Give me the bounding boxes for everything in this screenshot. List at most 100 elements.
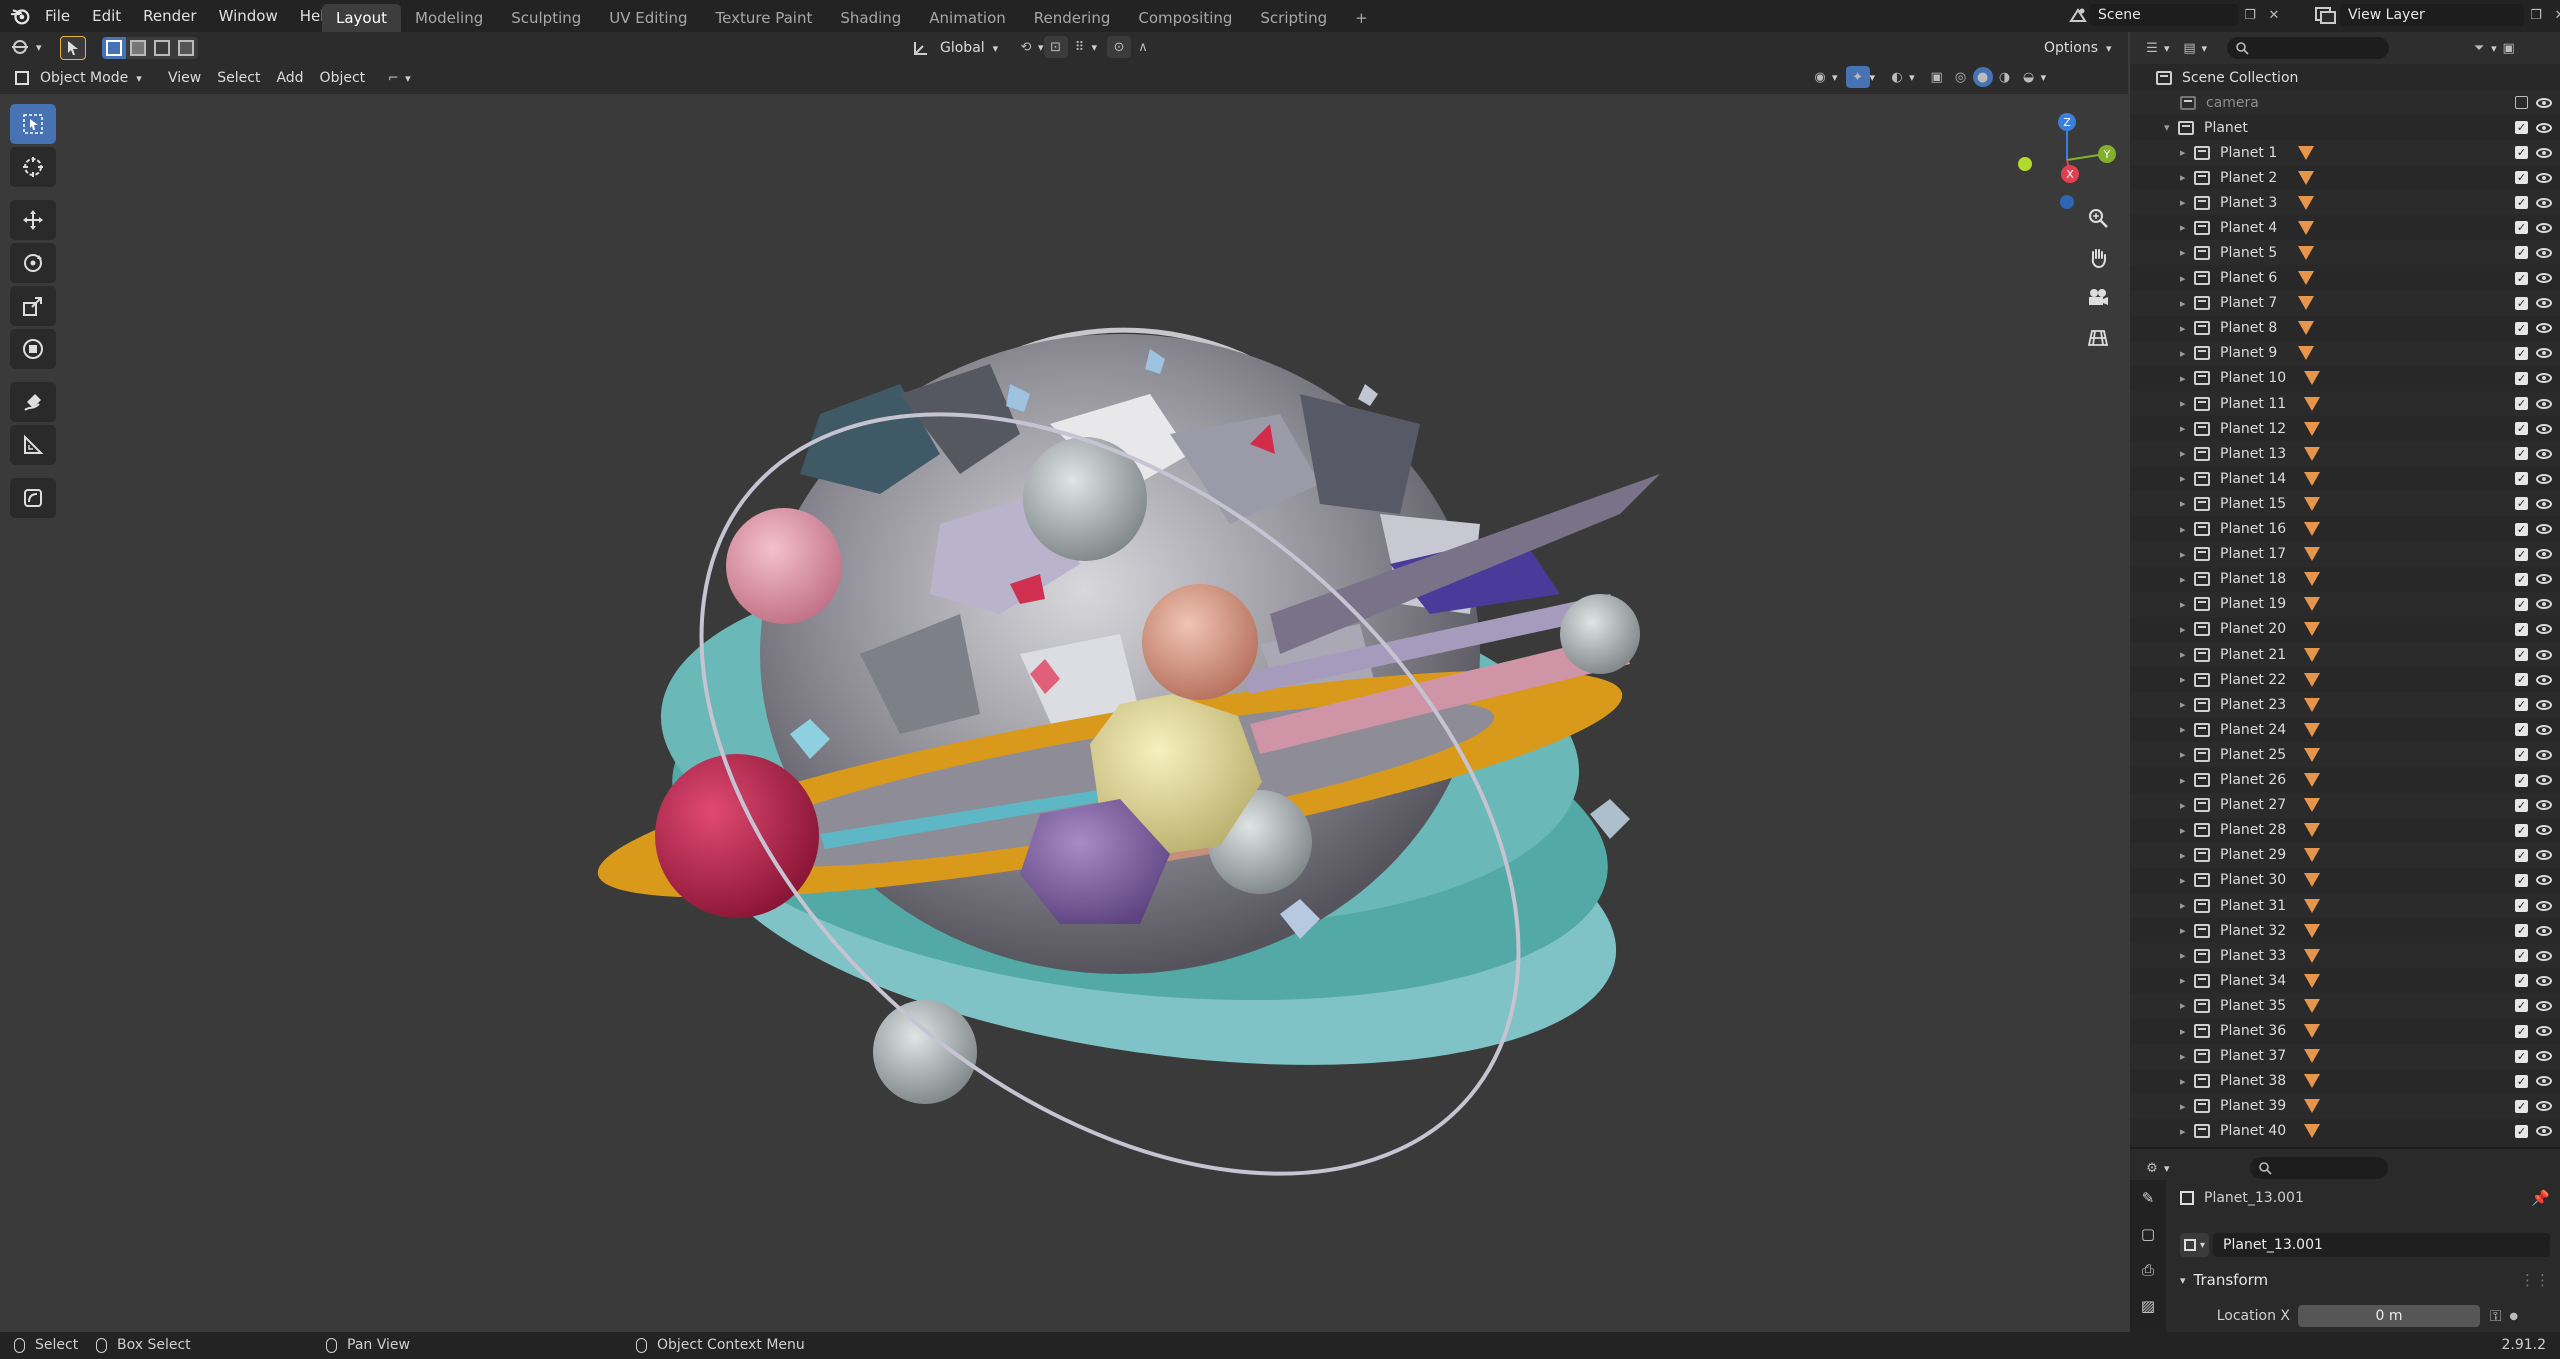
scene-icon[interactable] <box>2066 4 2090 26</box>
exclude-checkbox[interactable]: ✓ <box>2515 296 2528 310</box>
perspective-grid-icon[interactable] <box>2080 320 2116 356</box>
mesh-data-icon[interactable] <box>2298 296 2314 311</box>
mesh-data-icon[interactable] <box>2304 823 2320 838</box>
exclude-checkbox[interactable]: ✓ <box>2515 447 2528 461</box>
cursor-tool-icon[interactable] <box>10 147 56 187</box>
outliner-planet-row[interactable]: ▸ Planet 17 ✓ <box>2130 541 2560 567</box>
expand-arrow-icon[interactable]: ▸ <box>2180 523 2194 536</box>
outliner-planet-row[interactable]: ▸ Planet 7 ✓ <box>2130 290 2560 316</box>
expand-arrow-icon[interactable]: ▸ <box>2180 221 2194 234</box>
mesh-data-icon[interactable] <box>2304 672 2320 687</box>
exclude-checkbox[interactable]: ✓ <box>2515 346 2528 360</box>
mesh-data-icon[interactable] <box>2304 547 2320 562</box>
exclude-checkbox[interactable]: ✓ <box>2515 271 2528 285</box>
expand-arrow-icon[interactable]: ▸ <box>2180 899 2194 912</box>
select-invert-icon[interactable] <box>174 37 198 59</box>
mesh-data-icon[interactable] <box>2298 195 2314 210</box>
visibility-eye-icon[interactable] <box>2536 900 2552 911</box>
expand-arrow-icon[interactable]: ▸ <box>2180 874 2194 887</box>
visibility-eye-icon[interactable] <box>2536 448 2552 459</box>
outliner-search-input[interactable] <box>2227 37 2390 59</box>
outliner-planet-row[interactable]: ▸ Planet 6 ✓ <box>2130 266 2560 291</box>
scene-name-field[interactable]: Scene <box>2090 4 2238 26</box>
exclude-checkbox[interactable]: ✓ <box>2515 622 2528 636</box>
tab-layout[interactable]: Layout <box>322 4 401 32</box>
visibility-eye-icon[interactable] <box>2536 473 2552 484</box>
expand-arrow-icon[interactable]: ▸ <box>2180 447 2194 460</box>
mesh-data-icon[interactable] <box>2304 396 2320 411</box>
mesh-data-icon[interactable] <box>2304 697 2320 712</box>
visibility-eye-icon[interactable] <box>2536 247 2552 258</box>
mesh-data-icon[interactable] <box>2304 471 2320 486</box>
expand-arrow-icon[interactable]: ▸ <box>2180 824 2194 837</box>
select-tool-icon[interactable] <box>60 36 86 60</box>
mesh-data-icon[interactable] <box>2304 722 2320 737</box>
outliner-planet-row[interactable]: ▸ Planet 34 ✓ <box>2130 968 2560 993</box>
mesh-data-icon[interactable] <box>2298 346 2314 361</box>
object-browse-button[interactable]: ▾ <box>2180 1233 2210 1257</box>
pan-hand-icon[interactable] <box>2080 240 2116 276</box>
mesh-data-icon[interactable] <box>2304 873 2320 888</box>
drag-handle-icon[interactable]: ⋮⋮ <box>2520 1271 2550 1289</box>
visibility-eye-icon[interactable] <box>2536 724 2552 735</box>
outliner-camera-collection[interactable]: camera <box>2130 90 2560 115</box>
visibility-eye-icon[interactable] <box>2536 699 2552 710</box>
copy-scene-icon[interactable]: ❐ <box>2238 4 2262 26</box>
falloff-icon[interactable]: ∧ <box>1131 36 1155 58</box>
mesh-data-icon[interactable] <box>2298 245 2314 260</box>
visibility-eye-icon[interactable] <box>2536 323 2552 334</box>
exclude-checkbox[interactable]: ✓ <box>2515 723 2528 737</box>
visibility-eye-icon[interactable] <box>2536 122 2552 133</box>
zoom-icon[interactable] <box>2080 200 2116 236</box>
visibility-eye-icon[interactable] <box>2536 749 2552 760</box>
menu-edit[interactable]: Edit <box>81 0 132 32</box>
menu-file[interactable]: File <box>34 0 81 32</box>
exclude-checkbox[interactable]: ✓ <box>2515 321 2528 335</box>
outliner-planet-row[interactable]: ▸ Planet 35 ✓ <box>2130 993 2560 1019</box>
options-dropdown[interactable]: Options ▾ <box>2036 36 2112 60</box>
exclude-checkbox[interactable]: ✓ <box>2515 974 2528 988</box>
outliner-planet-row[interactable]: ▸ Planet 29 ✓ <box>2130 842 2560 868</box>
exclude-checkbox[interactable]: ✓ <box>2515 597 2528 611</box>
visibility-eye-icon[interactable] <box>2536 624 2552 635</box>
visibility-eye-icon[interactable] <box>2536 549 2552 560</box>
exclude-checkbox[interactable]: ✓ <box>2515 924 2528 938</box>
outliner-planet-row[interactable]: ▸ Planet 4 ✓ <box>2130 215 2560 240</box>
camera-view-icon[interactable] <box>2080 280 2116 316</box>
outliner-planet-row[interactable]: ▸ Planet 14 ✓ <box>2130 466 2560 491</box>
mesh-data-icon[interactable] <box>2304 647 2320 662</box>
tab-modeling[interactable]: Modeling <box>401 4 497 32</box>
exclude-checkbox[interactable]: ✓ <box>2515 522 2528 536</box>
expand-arrow-icon[interactable]: ▸ <box>2180 548 2194 561</box>
material-shading-icon[interactable]: ◑ <box>1993 66 2017 88</box>
visibility-eye-icon[interactable] <box>2536 172 2552 183</box>
expand-arrow-icon[interactable]: ▸ <box>2180 949 2194 962</box>
tab-sculpting[interactable]: Sculpting <box>497 4 595 32</box>
outliner-planet-row[interactable]: ▸ Planet 40 ✓ <box>2130 1119 2560 1144</box>
exclude-checkbox[interactable]: ✓ <box>2515 422 2528 436</box>
exclude-checkbox[interactable]: ✓ <box>2515 1024 2528 1038</box>
mesh-data-icon[interactable] <box>2304 773 2320 787</box>
view-layer-properties-tab-icon[interactable]: ▨ <box>2130 1288 2166 1324</box>
exclude-checkbox[interactable]: ✓ <box>2515 949 2528 963</box>
visibility-eye-icon[interactable] <box>2536 599 2552 610</box>
new-collection-icon[interactable]: ▣ <box>2497 37 2521 59</box>
mesh-data-icon[interactable] <box>2304 1074 2320 1089</box>
exclude-checkbox[interactable]: ✓ <box>2515 999 2528 1013</box>
properties-search-input[interactable] <box>2249 1157 2388 1179</box>
visibility-eye-icon[interactable] <box>2536 1051 2552 1062</box>
mesh-data-icon[interactable] <box>2304 973 2320 988</box>
exclude-checkbox[interactable]: ✓ <box>2515 1124 2528 1138</box>
mesh-data-icon[interactable] <box>2304 898 2320 913</box>
exclude-checkbox[interactable]: ✓ <box>2515 748 2528 762</box>
outliner-planet-row[interactable]: ▸ Planet 30 ✓ <box>2130 868 2560 893</box>
expand-arrow-icon[interactable]: ▸ <box>2180 799 2194 812</box>
outliner-planet-row[interactable]: ▸ Planet 32 ✓ <box>2130 918 2560 943</box>
mesh-data-icon[interactable] <box>2304 421 2320 436</box>
expand-arrow-icon[interactable]: ▸ <box>2180 1050 2194 1063</box>
exclude-checkbox[interactable]: ✓ <box>2515 1099 2528 1113</box>
exclude-checkbox[interactable]: ✓ <box>2515 472 2528 486</box>
visibility-eye-icon[interactable] <box>2536 850 2552 861</box>
expand-arrow-icon[interactable]: ▸ <box>2180 698 2194 711</box>
keyframe-dot-icon[interactable]: ● <box>2509 1311 2518 1322</box>
